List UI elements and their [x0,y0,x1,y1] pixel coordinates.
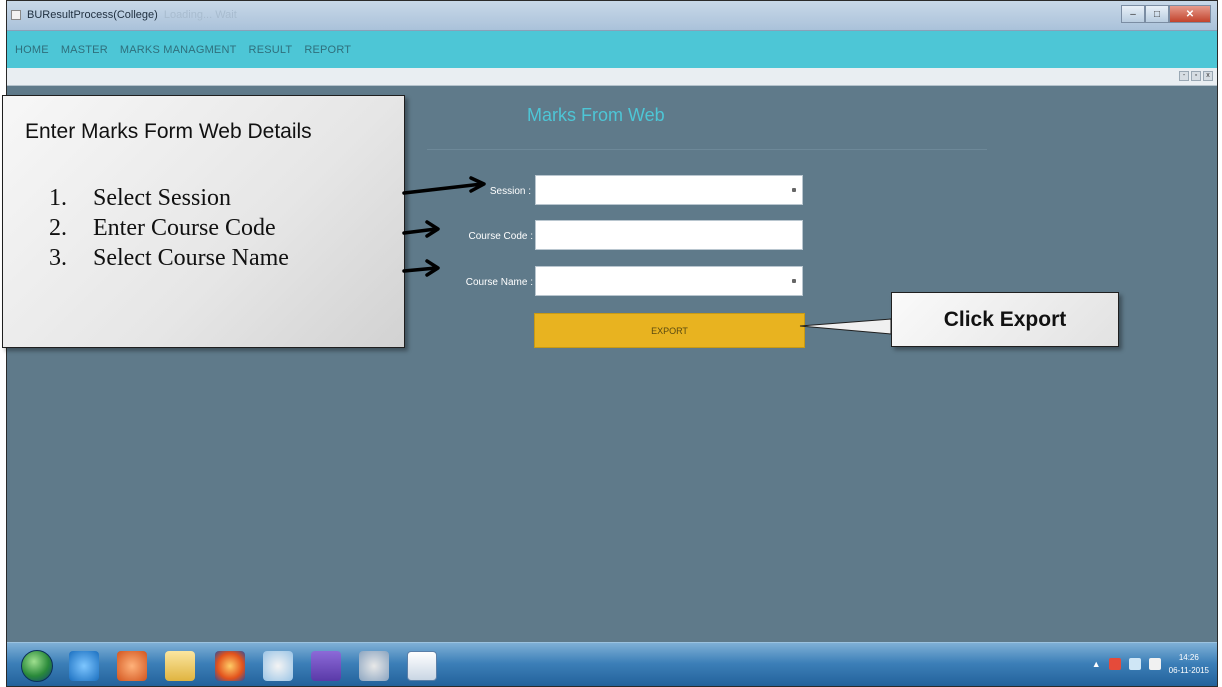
export-button[interactable]: EXPORT [534,313,805,348]
callout-heading: Enter Marks Form Web Details [25,120,312,143]
ie-icon[interactable] [69,651,99,681]
menu-home[interactable]: HOME [15,44,49,56]
form-divider [427,149,987,150]
action-center-icon[interactable] [1128,658,1141,670]
menu-bar: HOME MASTER MARKS MANAGMENT RESULT REPOR… [7,31,1217,68]
instruction-step: 3. Select Course Name [49,245,289,271]
course-name-dropdown[interactable] [535,266,803,296]
window-title-status: Loading... Wait [163,9,237,21]
title-bar: BUResultProcess(College) Loading... Wait … [7,1,1217,31]
session-label: Session : [489,186,531,197]
export-callout: Click Export [891,292,1119,347]
mdi-restore-icon[interactable]: ▫ [1191,71,1201,81]
mdi-toolbar: - ▫ x [7,68,1217,86]
media-player-icon[interactable] [117,651,147,681]
maximize-icon[interactable]: □ [1145,5,1169,23]
instruction-step: 2. Enter Course Code [49,215,276,241]
window-controls: – □ ✕ [1121,5,1211,23]
menu-report[interactable]: REPORT [304,44,351,56]
form-title: Marks From Web [527,105,665,125]
mdi-window-controls: - ▫ x [1179,71,1213,81]
instruction-callout: Enter Marks Form Web Details 1. Select Se… [2,95,405,348]
paint-icon[interactable] [263,651,293,681]
folder-icon[interactable] [165,651,195,681]
close-icon[interactable]: ✕ [1169,5,1211,23]
instruction-step: 1. Select Session [49,185,231,211]
volume-icon[interactable] [1148,658,1161,670]
course-code-input[interactable] [535,220,803,250]
start-button-icon[interactable] [21,650,53,682]
network-icon[interactable] [1108,658,1121,670]
mdi-close-icon[interactable]: x [1203,71,1213,81]
dropdown-arrow-icon[interactable] [792,188,796,192]
app-icon [11,10,21,20]
firefox-icon[interactable] [215,651,245,681]
windows-taskbar: ▲ 14:26 06-11-2015 [7,642,1217,686]
dropdown-arrow-icon[interactable] [792,279,796,283]
minimize-icon[interactable]: – [1121,5,1145,23]
notepad-icon[interactable] [407,651,437,681]
session-dropdown[interactable] [535,175,803,205]
menu-result[interactable]: RESULT [249,44,293,56]
mdi-minimize-icon[interactable]: - [1179,71,1189,81]
system-tray: ▲ 14:26 06-11-2015 [1092,651,1209,677]
tool-icon[interactable] [359,651,389,681]
visual-studio-icon[interactable] [311,651,341,681]
window-title: BUResultProcess(College) Loading... Wait [27,9,237,21]
clock-date: 06-11-2015 [1168,666,1209,675]
instruction-steps: 1. Select Session 2. Enter Course Code 3. S… [49,183,399,273]
course-code-label: Course Code : [468,231,533,242]
tray-arrow-icon[interactable]: ▲ [1092,659,1101,669]
menu-marks-managment[interactable]: MARKS MANAGMENT [120,44,237,56]
menu-master[interactable]: MASTER [61,44,108,56]
clock-time: 14:26 [1178,653,1199,662]
window-title-text: BUResultProcess(College) [27,9,158,21]
clock[interactable]: 14:26 06-11-2015 [1169,651,1209,677]
course-name-label: Course Name : [465,277,533,288]
